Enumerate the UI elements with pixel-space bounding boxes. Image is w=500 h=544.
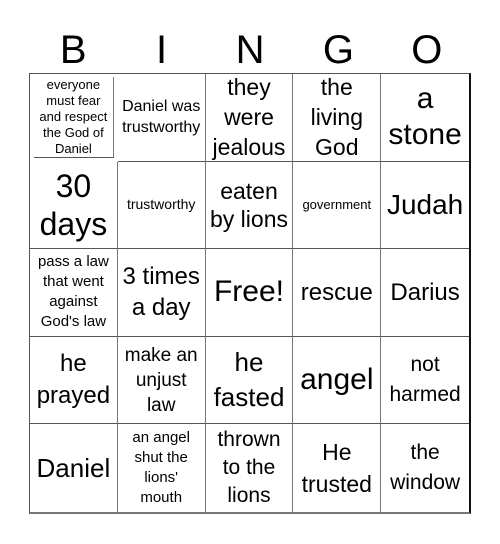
bingo-cell[interactable]: an angel shut the lions' mouth	[118, 424, 206, 512]
bingo-header: B I N G O	[29, 28, 471, 73]
bingo-cell[interactable]: Free!	[205, 249, 294, 337]
bingo-cell[interactable]: he prayed	[30, 336, 118, 425]
bingo-cell[interactable]: Darius	[381, 249, 469, 337]
bingo-cell[interactable]: the living God	[293, 74, 382, 162]
bingo-cell[interactable]: eaten by lions	[205, 161, 294, 250]
bingo-cell[interactable]: rescue	[293, 249, 382, 337]
bingo-cell[interactable]: everyone must fear and respect the God o…	[33, 77, 114, 159]
header-letter-g: G	[322, 28, 354, 72]
bingo-cell[interactable]: angel	[293, 336, 382, 425]
bingo-cell[interactable]: 3 times a day	[117, 249, 206, 337]
header-letter-i: I	[156, 28, 168, 72]
bingo-cell[interactable]: not harmed	[381, 337, 469, 425]
bingo-cell[interactable]: the window	[381, 424, 469, 512]
header-letter-o: O	[411, 28, 443, 72]
bingo-cell[interactable]: trustworthy	[117, 161, 206, 250]
bingo-cell[interactable]: he fasted	[205, 336, 294, 425]
bingo-grid: everyone must fear and respect the God o…	[29, 73, 471, 514]
bingo-cell[interactable]: government	[293, 161, 382, 250]
bingo-cell[interactable]: Daniel was trustworthy	[117, 74, 206, 162]
bingo-cell[interactable]: make an unjust law	[117, 336, 206, 425]
bingo-cell[interactable]: thrown to the lions	[206, 424, 294, 512]
bingo-cell[interactable]: pass a law that went against God's law	[30, 249, 118, 337]
bingo-cell[interactable]: they were jealous	[205, 74, 294, 162]
bingo-cell[interactable]: Daniel	[30, 424, 118, 512]
bingo-cell[interactable]: He trusted	[293, 424, 382, 512]
bingo-cell[interactable]: Judah	[381, 162, 469, 250]
header-letter-n: N	[235, 28, 265, 72]
header-letter-b: B	[59, 28, 87, 72]
bingo-cell[interactable]: a stone	[381, 74, 469, 162]
bingo-cell[interactable]: 30 days	[30, 161, 118, 250]
